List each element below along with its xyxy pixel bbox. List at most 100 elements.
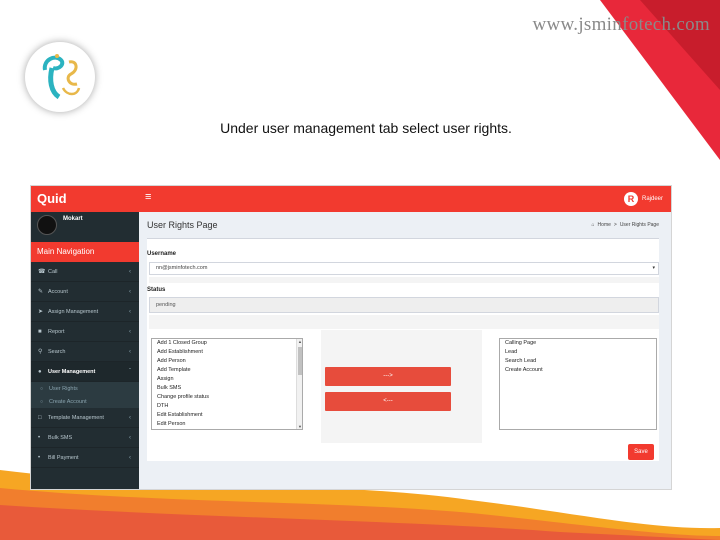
company-logo: [25, 42, 95, 112]
submenu-item-label: Create Account: [49, 398, 87, 405]
sidebar-item-label: Template Management: [48, 414, 104, 421]
page-title: User Rights Page: [147, 220, 218, 230]
list-item[interactable]: Lead: [500, 348, 656, 357]
breadcrumb-current: User Rights Page: [619, 222, 659, 228]
edit-icon: ✎: [38, 289, 44, 295]
sidebar-username: Mokart: [63, 216, 83, 222]
list-item[interactable]: Change profile status: [152, 393, 302, 402]
circle-icon: ○: [40, 385, 44, 392]
user-menu[interactable]: R Rajdeer: [623, 192, 663, 206]
chevron-left-icon: ‹: [129, 414, 131, 421]
list-item[interactable]: Add 1 Closed Group: [152, 339, 302, 348]
list-item[interactable]: DTH: [152, 402, 302, 411]
available-rights-list[interactable]: Add 1 Closed Group Add Establishment Add…: [151, 338, 303, 430]
chevron-down-icon: ˇ: [129, 368, 131, 375]
sidebar-item-search[interactable]: ⚲ Search ‹: [31, 342, 139, 362]
assigned-rights-list[interactable]: Calling Page Lead Search Lead Create Acc…: [499, 338, 657, 430]
app-screenshot: Quid ≡ R Rajdeer Mokart Main Navigation …: [30, 185, 672, 490]
breadcrumb: ⌂ Home > User Rights Page: [592, 222, 659, 228]
breadcrumb-separator: >: [613, 222, 617, 228]
sidebar-user-panel: Mokart: [31, 212, 139, 242]
list-item[interactable]: Add Person: [152, 357, 302, 366]
chevron-left-icon: ‹: [129, 348, 131, 355]
list-item[interactable]: Assign: [152, 375, 302, 384]
caret-down-icon: ▾: [652, 265, 655, 271]
list-item[interactable]: Calling Page: [500, 339, 656, 348]
status-value: pending: [156, 302, 176, 308]
user-management-submenu: ○ User Rights ○ Create Account: [31, 382, 139, 408]
list-scrollbar[interactable]: ▲ ▼: [296, 339, 302, 429]
scroll-down-icon[interactable]: ▼: [297, 424, 302, 429]
app-brand[interactable]: Quid: [37, 191, 67, 206]
list-item[interactable]: Add Template: [152, 366, 302, 375]
form-gutter: [149, 315, 659, 329]
sidebar-menu: ☎ Call ‹ ✎ Account ‹ ➤ Assign Management…: [31, 262, 139, 468]
avatar: [37, 215, 57, 235]
form-gutter: [149, 277, 659, 283]
scrollbar-thumb[interactable]: [298, 347, 302, 375]
username-value: nn@jsminfotech.com: [156, 265, 208, 271]
sidebar-item-label: Report: [48, 328, 65, 335]
save-button[interactable]: Save: [628, 444, 654, 460]
circle-icon: ○: [40, 398, 44, 405]
main-navigation-title: Main Navigation: [37, 247, 95, 256]
move-left-button[interactable]: <---: [325, 392, 451, 411]
phone-icon: ☎: [38, 269, 46, 275]
username-select[interactable]: nn@jsminfotech.com ▾: [149, 262, 659, 275]
sidebar-item-label: Account: [48, 288, 68, 295]
folder-icon: ■: [38, 328, 42, 335]
scroll-up-icon[interactable]: ▲: [297, 339, 302, 344]
user-name: Rajdeer: [641, 196, 663, 202]
status-field[interactable]: pending: [149, 297, 659, 313]
top-navbar: Quid ≡ R Rajdeer: [31, 186, 671, 212]
status-label: Status: [147, 287, 166, 293]
list-item[interactable]: Bulk SMS: [152, 384, 302, 393]
watermark-text: www.jsminfotech.com: [532, 14, 710, 35]
chevron-left-icon: ‹: [129, 268, 131, 275]
sidebar: Mokart Main Navigation ☎ Call ‹ ✎ Accoun…: [31, 212, 139, 489]
submenu-item-label: User Rights: [49, 385, 78, 392]
chevron-left-icon: ‹: [129, 308, 131, 315]
home-icon: ⌂: [591, 222, 595, 228]
sidebar-item-label: Call: [48, 268, 58, 275]
list-item[interactable]: Edit Establishment: [152, 411, 302, 420]
search-icon: ⚲: [38, 349, 43, 355]
slide-caption: Under user management tab select user ri…: [220, 120, 512, 136]
chevron-left-icon: ‹: [129, 434, 131, 441]
sidebar-item-label: User Management: [48, 368, 96, 375]
file-icon: □: [38, 414, 42, 421]
list-item[interactable]: Edit Person: [152, 420, 302, 429]
breadcrumb-home[interactable]: Home: [598, 222, 611, 228]
sidebar-item-label: Bulk SMS: [48, 434, 73, 441]
dot-icon: •: [38, 454, 41, 461]
content-footer-strip: [139, 476, 671, 489]
sidebar-item-account[interactable]: ✎ Account ‹: [31, 282, 139, 302]
sidebar-item-label: Search: [48, 348, 66, 355]
submenu-item-create-account[interactable]: ○ Create Account: [31, 395, 139, 408]
dot-icon: •: [38, 434, 41, 441]
transfer-controls-panel: ---> <---: [321, 330, 482, 443]
users-icon: ●: [38, 368, 42, 375]
sidebar-item-report[interactable]: ■ Report ‹: [31, 322, 139, 342]
sidebar-item-assign-management[interactable]: ➤ Assign Management ‹: [31, 302, 139, 322]
main-navigation-header: Main Navigation: [31, 242, 139, 262]
sidebar-item-bill-payment[interactable]: • Bill Payment ‹: [31, 448, 139, 468]
chevron-left-icon: ‹: [129, 454, 131, 461]
list-item[interactable]: Search Lead: [500, 357, 656, 366]
user-avatar: R: [623, 192, 638, 206]
list-item[interactable]: Add Establishment: [152, 348, 302, 357]
list-item[interactable]: Create Account: [500, 366, 656, 375]
move-right-button[interactable]: --->: [325, 367, 451, 386]
sidebar-item-label: Bill Payment: [48, 454, 79, 461]
menu-toggle-icon[interactable]: ≡: [145, 191, 151, 203]
sidebar-item-bulk-sms[interactable]: • Bulk SMS ‹: [31, 428, 139, 448]
sidebar-item-template-management[interactable]: □ Template Management ‹: [31, 408, 139, 428]
chevron-left-icon: ‹: [129, 328, 131, 335]
content-header: User Rights Page ⌂ Home > User Rights Pa…: [139, 212, 671, 238]
username-label: Username: [147, 251, 177, 257]
sidebar-item-user-management[interactable]: ● User Management ˇ: [31, 362, 139, 382]
sidebar-item-call[interactable]: ☎ Call ‹: [31, 262, 139, 282]
sidebar-item-label: Assign Management: [48, 308, 99, 315]
submenu-item-user-rights[interactable]: ○ User Rights: [31, 382, 139, 395]
share-icon: ➤: [38, 309, 44, 315]
